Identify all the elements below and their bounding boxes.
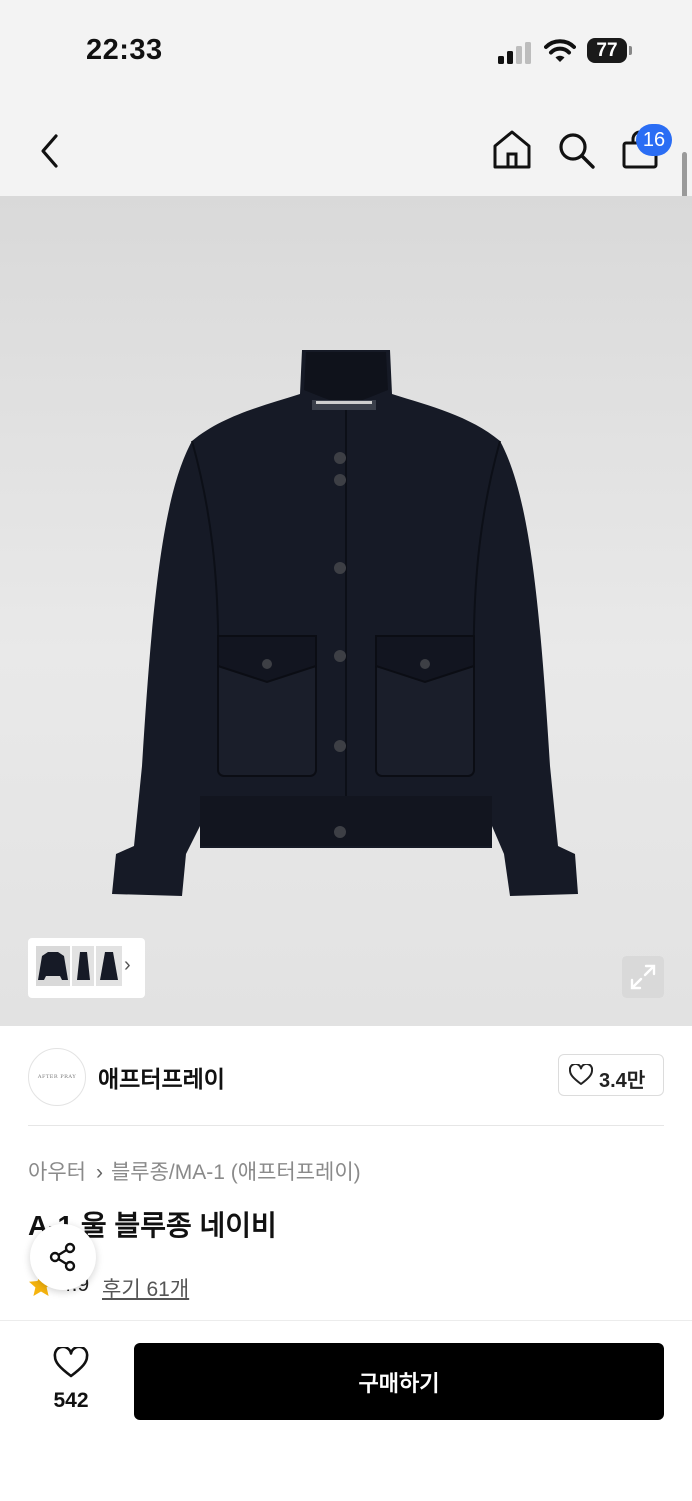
thumbnail-side[interactable] bbox=[72, 946, 94, 986]
brand-name[interactable]: 애프터프레이 bbox=[98, 1060, 225, 1094]
wishlist-button[interactable]: 542 bbox=[36, 1345, 106, 1421]
wishlist-count: 542 bbox=[53, 1389, 89, 1412]
breadcrumb-category[interactable]: 아우터 bbox=[28, 1156, 86, 1186]
heart-icon bbox=[569, 1064, 593, 1085]
review-count-link[interactable]: 후기 61개 bbox=[102, 1273, 189, 1303]
heart-icon bbox=[53, 1347, 89, 1378]
buy-button[interactable]: 구매하기 bbox=[134, 1343, 664, 1420]
thumbnail-strip[interactable]: › bbox=[28, 938, 145, 998]
brand-row[interactable]: AFTER PRAY 애프터프레이 3.4만 bbox=[0, 1026, 692, 1126]
status-time: 22:33 bbox=[86, 34, 163, 66]
brand-like-count: 3.4만 bbox=[599, 1070, 646, 1092]
share-icon bbox=[49, 1242, 76, 1272]
brand-logo[interactable]: AFTER PRAY bbox=[28, 1048, 86, 1106]
expand-icon[interactable] bbox=[622, 956, 664, 998]
jacket-photo bbox=[112, 350, 578, 896]
share-button[interactable] bbox=[30, 1224, 96, 1290]
brand-like-button[interactable]: 3.4만 bbox=[558, 1054, 664, 1096]
chevron-right-icon[interactable]: › bbox=[124, 954, 131, 977]
breadcrumb-subcategory[interactable]: 블루종/MA-1 (애프터프레이) bbox=[111, 1156, 361, 1186]
thumbnail-back[interactable] bbox=[96, 946, 122, 986]
battery-cap bbox=[629, 46, 632, 55]
wifi-icon bbox=[544, 39, 576, 62]
chevron-right-icon: › bbox=[95, 1161, 103, 1184]
bottom-action-bar: 542 구매하기 bbox=[0, 1320, 692, 1501]
thumbnail-front[interactable] bbox=[36, 946, 70, 986]
status-bar: 22:33 77 bbox=[0, 0, 692, 100]
home-icon[interactable] bbox=[492, 128, 532, 170]
divider bbox=[28, 1125, 664, 1126]
top-navigation bbox=[0, 100, 692, 196]
breadcrumb: 아우터 › 블루종/MA-1 (애프터프레이) bbox=[28, 1156, 361, 1186]
battery-icon: 77 bbox=[587, 38, 632, 65]
battery-level: 77 bbox=[587, 38, 627, 63]
back-icon[interactable] bbox=[34, 132, 68, 170]
product-image-gallery[interactable]: › bbox=[0, 196, 692, 1026]
signal-icon bbox=[498, 42, 531, 64]
search-icon[interactable] bbox=[556, 130, 596, 170]
cart-count-badge: 16 bbox=[636, 124, 672, 156]
